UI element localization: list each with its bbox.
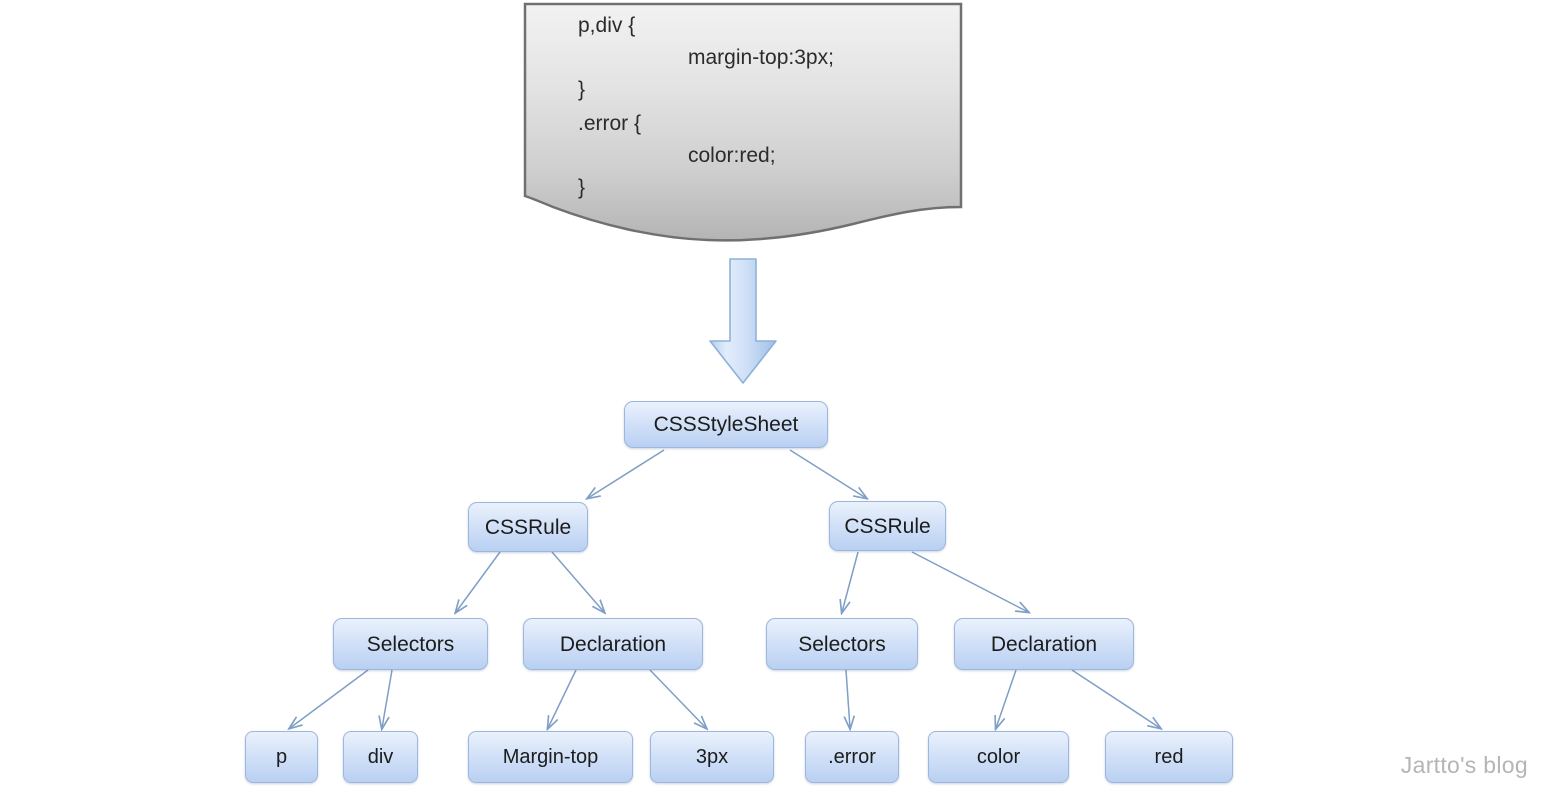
down-block-arrow-icon bbox=[704, 257, 782, 385]
leaf-node-p[interactable]: p bbox=[245, 731, 318, 783]
edge-declaration1-to-3px bbox=[649, 669, 706, 728]
leaf-node-red[interactable]: red bbox=[1105, 731, 1233, 783]
node-cssrule-left[interactable]: CSSRule bbox=[468, 502, 588, 552]
css-source-text: p,div { margin-top:3px; } .error { color… bbox=[523, 2, 963, 212]
css-source-document: p,div { margin-top:3px; } .error { color… bbox=[523, 2, 963, 242]
leaf-node-3px[interactable]: 3px bbox=[650, 731, 774, 783]
diagram-canvas: p,div { margin-top:3px; } .error { color… bbox=[0, 0, 1542, 792]
edge-declaration1-to-margin-top bbox=[548, 669, 577, 728]
leaf-node-div[interactable]: div bbox=[343, 731, 418, 783]
node-selectors-left[interactable]: Selectors bbox=[333, 618, 488, 670]
code-line-5: color:red; bbox=[688, 144, 776, 167]
node-selectors-right[interactable]: Selectors bbox=[766, 618, 918, 670]
edge-rule1-to-selectors bbox=[456, 551, 501, 612]
edge-root-to-rule-left bbox=[588, 449, 665, 498]
edge-declaration2-to-color bbox=[996, 669, 1017, 728]
edge-rule2-to-declaration bbox=[911, 551, 1028, 612]
watermark-text: Jartto's blog bbox=[1400, 752, 1528, 778]
leaf-node-color[interactable]: color bbox=[928, 731, 1069, 783]
code-line-1: p,div { bbox=[578, 14, 636, 37]
edge-rule2-to-selectors bbox=[842, 551, 859, 612]
leaf-node-error[interactable]: .error bbox=[805, 731, 899, 783]
code-line-3: } bbox=[578, 78, 586, 101]
leaf-node-margin-top[interactable]: Margin-top bbox=[468, 731, 633, 783]
code-line-6: } bbox=[578, 176, 586, 199]
node-declaration-right[interactable]: Declaration bbox=[954, 618, 1134, 670]
edge-root-to-rule-right bbox=[789, 449, 866, 498]
code-line-4: .error { bbox=[578, 112, 642, 135]
edge-selectors1-to-div bbox=[382, 669, 393, 728]
edge-selectors2-to-error bbox=[846, 669, 850, 728]
node-declaration-left[interactable]: Declaration bbox=[523, 618, 703, 670]
node-cssrule-right[interactable]: CSSRule bbox=[829, 501, 946, 551]
edge-rule1-to-declaration bbox=[551, 551, 604, 612]
edge-declaration2-to-red bbox=[1071, 669, 1160, 728]
code-line-2: margin-top:3px; bbox=[688, 46, 834, 69]
edge-selectors1-to-p bbox=[290, 669, 369, 728]
node-cssstylesheet[interactable]: CSSStyleSheet bbox=[624, 401, 828, 448]
